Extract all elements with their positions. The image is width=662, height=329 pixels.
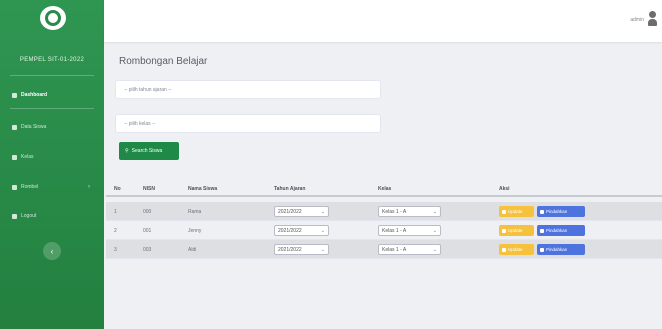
cell-nisn: 000 [143, 209, 152, 215]
update-label: Update [508, 247, 523, 252]
tahun-ajaran-row-select[interactable]: 2021/2022 ⌄ [274, 244, 329, 255]
dashboard-icon [12, 92, 17, 98]
users-icon [12, 124, 17, 130]
sidebar-toggle-button[interactable]: ‹ [43, 242, 61, 260]
pindahkan-label: Pindahkan [546, 228, 568, 233]
sidebar-divider [10, 108, 94, 109]
kelas-row-select[interactable]: Kelas 1 - A ⌄ [378, 244, 441, 255]
chevron-down-icon: ⌄ [432, 247, 437, 253]
sidebar-item-logout[interactable]: Logout [12, 213, 36, 219]
sidebar-divider [10, 75, 94, 76]
table-row: 1 000 Rama 2021/2022 ⌄ Kelas 1 - A ⌄ Upd… [106, 202, 662, 221]
search-siswa-button[interactable]: ⚲ Search Siswa [119, 142, 179, 160]
cell-nama: Rama [188, 209, 202, 215]
external-link-icon [540, 209, 544, 214]
tahun-ajaran-placeholder: -- pilih tahun ajaran -- [124, 87, 172, 93]
tahun-value: 2021/2022 [278, 209, 302, 215]
chevron-left-icon: ‹ [50, 246, 54, 256]
cell-nisn: 003 [143, 247, 152, 253]
chevron-right-icon: › [88, 184, 90, 190]
pindahkan-label: Pindahkan [546, 247, 568, 252]
chevron-down-icon: ⌄ [320, 209, 325, 215]
cell-no: 1 [114, 209, 117, 215]
kelas-value: Kelas 1 - A [382, 209, 407, 215]
cell-nama: Jenny [188, 228, 202, 234]
kelas-row-select[interactable]: Kelas 1 - A ⌄ [378, 225, 441, 236]
school-logo-icon[interactable] [40, 6, 66, 30]
sidebar-brand: PEMPEL SIT-01-2022 [19, 57, 85, 63]
pindahkan-label: Pindahkan [546, 209, 568, 214]
table-row: 2 001 Jenny 2021/2022 ⌄ Kelas 1 - A ⌄ Up… [106, 221, 662, 240]
update-label: Update [508, 228, 523, 233]
folder-icon [12, 184, 17, 190]
tahun-value: 2021/2022 [278, 247, 302, 253]
chevron-down-icon: ⌄ [320, 228, 325, 234]
sidebar-item-dashboard[interactable]: Dashboard [12, 92, 47, 98]
sidebar-item-label: Logout [21, 213, 37, 219]
search-siswa-label: Search Siswa [131, 148, 163, 154]
topbar: admin [104, 0, 662, 42]
kelas-placeholder: -- pilih kelas -- [124, 121, 156, 127]
tahun-ajaran-row-select[interactable]: 2021/2022 ⌄ [274, 206, 329, 217]
cell-nisn: 001 [143, 228, 152, 234]
edit-icon [502, 228, 506, 233]
header-tahun: Tahun Ajaran [274, 186, 306, 192]
tahun-ajaran-row-select[interactable]: 2021/2022 ⌄ [274, 225, 329, 236]
update-button[interactable]: Update [499, 225, 534, 236]
kelas-select[interactable]: -- pilih kelas -- [115, 114, 381, 133]
cell-nama: Aldi [188, 247, 197, 253]
table-header: No NISN Nama Siswa Tahun Ajaran Kelas Ak… [106, 178, 662, 197]
update-button[interactable]: Update [499, 244, 534, 255]
sidebar-item-label: Kelas [21, 154, 34, 160]
chevron-down-icon: ⌄ [320, 247, 325, 253]
tahun-ajaran-select[interactable]: -- pilih tahun ajaran -- [115, 80, 381, 99]
external-link-icon [540, 228, 544, 233]
pindahkan-button[interactable]: Pindahkan [537, 244, 585, 255]
sidebar: PEMPEL SIT-01-2022 Dashboard Data Siswa … [0, 0, 104, 329]
sidebar-item-rombel[interactable]: Rombel › [12, 184, 90, 190]
pindahkan-button[interactable]: Pindahkan [537, 206, 585, 217]
external-link-icon [540, 247, 544, 252]
sidebar-item-label: Data Siswa [21, 124, 47, 130]
edit-icon [502, 247, 506, 252]
header-nisn: NISN [143, 186, 155, 192]
table-row: 3 003 Aldi 2021/2022 ⌄ Kelas 1 - A ⌄ Upd… [106, 240, 662, 259]
header-nama: Nama Siswa [188, 186, 218, 192]
class-icon [12, 154, 17, 160]
logout-icon [12, 213, 17, 219]
kelas-value: Kelas 1 - A [382, 228, 407, 234]
tahun-value: 2021/2022 [278, 228, 302, 234]
sidebar-item-label: Rombel [21, 184, 39, 190]
update-button[interactable]: Update [499, 206, 534, 217]
page-title: Rombongan Belajar [119, 56, 208, 67]
chevron-down-icon: ⌄ [432, 228, 437, 234]
cell-no: 3 [114, 247, 117, 253]
header-no: No [114, 186, 121, 192]
kelas-value: Kelas 1 - A [382, 247, 407, 253]
pindahkan-button[interactable]: Pindahkan [537, 225, 585, 236]
search-icon: ⚲ [125, 148, 129, 154]
user-name[interactable]: admin [630, 17, 644, 23]
user-avatar-icon[interactable] [648, 11, 657, 29]
sidebar-item-kelas[interactable]: Kelas [12, 154, 34, 160]
update-label: Update [508, 209, 523, 214]
header-kelas: Kelas [378, 186, 392, 192]
chevron-down-icon: ⌄ [432, 209, 437, 215]
sidebar-item-label: Dashboard [21, 92, 48, 98]
sidebar-item-data-siswa[interactable]: Data Siswa [12, 124, 46, 130]
edit-icon [502, 209, 506, 214]
cell-no: 2 [114, 228, 117, 234]
header-aksi: Aksi [499, 186, 510, 192]
kelas-row-select[interactable]: Kelas 1 - A ⌄ [378, 206, 441, 217]
